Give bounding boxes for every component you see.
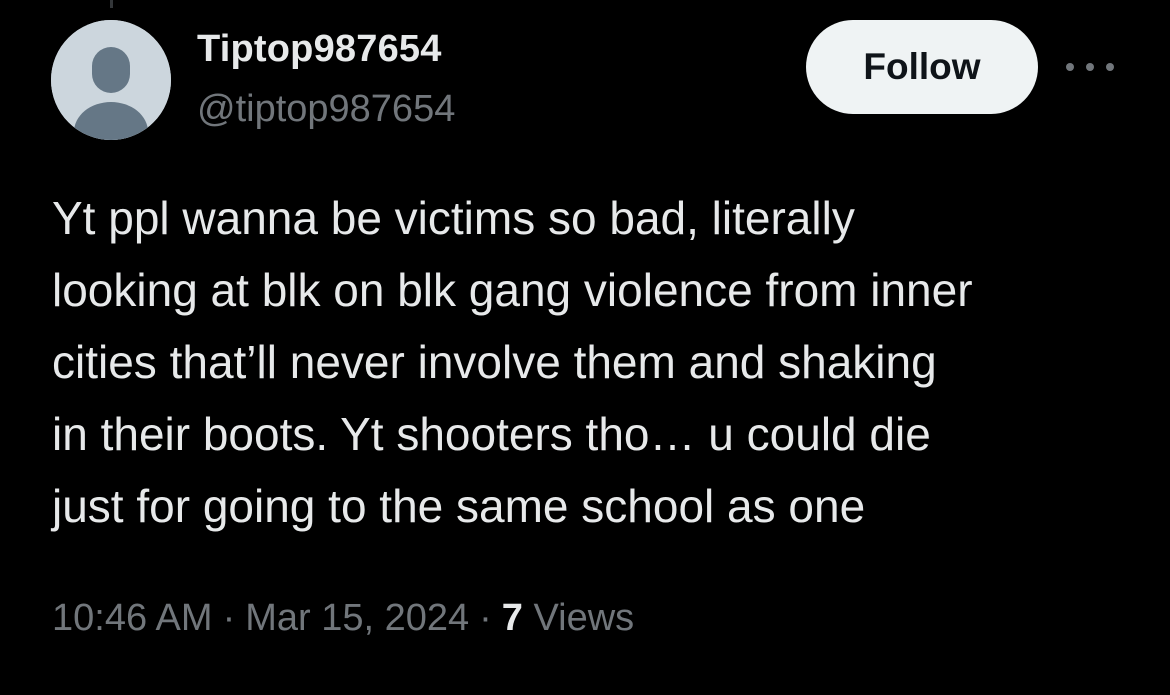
more-dot bbox=[1066, 63, 1074, 71]
default-profile-icon bbox=[51, 20, 171, 140]
views-count[interactable]: 7 bbox=[502, 597, 523, 639]
tweet-time[interactable]: 10:46 AM bbox=[52, 597, 213, 639]
more-options-icon[interactable] bbox=[1066, 55, 1114, 79]
more-dot bbox=[1086, 63, 1094, 71]
display-name[interactable]: Tiptop987654 bbox=[197, 26, 442, 72]
tweet-date[interactable]: Mar 15, 2024 bbox=[245, 597, 469, 639]
avatar[interactable] bbox=[51, 20, 171, 140]
follow-button[interactable]: Follow bbox=[806, 20, 1038, 114]
user-handle[interactable]: @tiptop987654 bbox=[197, 86, 455, 132]
meta-separator: · bbox=[222, 597, 236, 639]
tweet-meta: 10:46 AM · Mar 15, 2024 · 7 Views bbox=[52, 590, 634, 646]
more-dot bbox=[1106, 63, 1114, 71]
meta-separator: · bbox=[479, 597, 492, 639]
thread-connector-line bbox=[110, 0, 113, 8]
views-label[interactable]: Views bbox=[534, 597, 635, 639]
tweet-text: Yt ppl wanna be victims so bad, literall… bbox=[52, 192, 973, 532]
